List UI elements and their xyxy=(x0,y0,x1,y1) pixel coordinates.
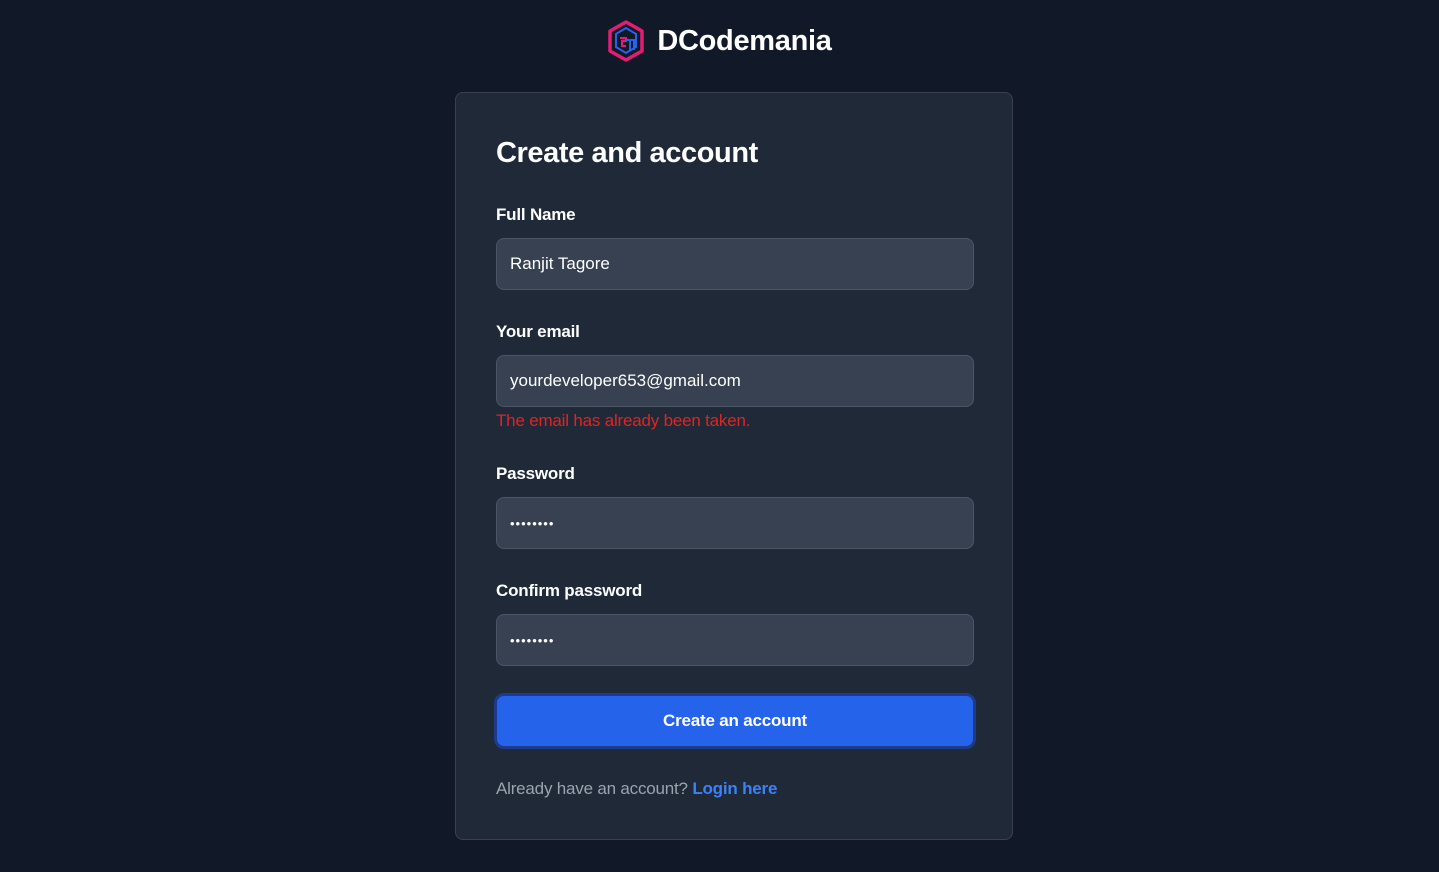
brand-name: DCodemania xyxy=(657,24,832,57)
brand-header: DCodemania xyxy=(0,20,1439,62)
email-input[interactable] xyxy=(496,355,974,407)
email-label: Your email xyxy=(496,322,580,341)
form-title: Create and account xyxy=(496,137,758,169)
login-prompt-text: Already have an account? xyxy=(496,779,688,798)
create-account-button[interactable]: Create an account xyxy=(494,693,976,749)
confirm-password-input[interactable] xyxy=(496,614,974,666)
password-label: Password xyxy=(496,464,575,483)
confirm-password-label: Confirm password xyxy=(496,581,643,600)
login-link[interactable]: Login here xyxy=(692,779,777,798)
email-error-message: The email has already been taken. xyxy=(496,411,751,430)
login-prompt: Already have an account? Login here xyxy=(496,779,777,799)
full-name-input[interactable] xyxy=(496,238,974,290)
full-name-label: Full Name xyxy=(496,205,576,224)
signup-card: Create and account Full Name Your email … xyxy=(455,92,1013,840)
cube-logo-icon xyxy=(607,20,645,62)
password-input[interactable] xyxy=(496,497,974,549)
